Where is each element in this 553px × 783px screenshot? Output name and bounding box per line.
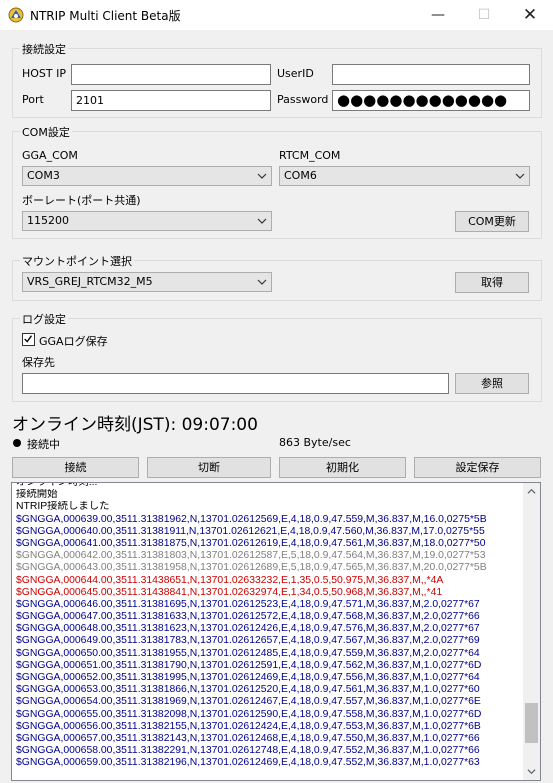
save-path-input[interactable] (22, 373, 449, 394)
log-line: $GNGGA,000657.00,3511.31382143,N,13701.0… (16, 732, 480, 744)
baud-rate-label: ボーレート(ポート共通) (22, 194, 141, 207)
title-bar: NTRIP Multi Client Beta版 — ☐ ✕ (0, 0, 553, 30)
data-rate: 863 Byte/sec (279, 436, 351, 449)
user-id-label: UserID (277, 67, 314, 80)
chevron-down-icon (257, 279, 267, 285)
minimize-icon[interactable]: — (415, 0, 461, 30)
log-line: $GNGGA,000640.00,3511.31381911,N,13701.0… (16, 525, 485, 537)
log-line: $GNGGA,000654.00,3511.31381969,N,13701.0… (16, 696, 481, 708)
rtcm-com-select[interactable]: COM6 (279, 166, 530, 186)
gga-com-select[interactable]: COM3 (22, 166, 272, 186)
log-line: $GNGGA,000644.00,3511.31438651,N,13701.0… (16, 574, 444, 586)
log-scrollbar[interactable] (523, 483, 540, 780)
scroll-down-icon[interactable] (527, 767, 536, 776)
gga-com-value: COM3 (27, 169, 60, 182)
get-mount-button[interactable]: 取得 (455, 272, 529, 293)
mount-point-label: マウントポイント選択 (20, 253, 134, 269)
port-label: Port (22, 93, 44, 106)
port-input[interactable]: 2101 (71, 90, 271, 111)
log-line: NTRIP接続しました (16, 501, 110, 513)
host-ip-label: HOST IP (22, 67, 67, 80)
checkmark-icon (24, 335, 33, 343)
rtcm-com-label: RTCM_COM (279, 149, 341, 162)
online-time: オンライン時刻(JST): 09:07:00 (12, 415, 258, 435)
scrollbar-thumb[interactable] (525, 703, 538, 743)
rtcm-com-value: COM6 (284, 169, 317, 182)
chevron-down-icon (257, 173, 267, 179)
log-line: $GNGGA,000656.00,3511.31382155,N,13701.0… (16, 720, 481, 732)
connect-button[interactable]: 接続 (12, 457, 139, 478)
log-line: $GNGGA,000642.00,3511.31381803,N,13701.0… (16, 550, 486, 562)
log-line: $GNGGA,000649.00,3511.31381783,N,13701.0… (16, 635, 480, 647)
log-line: 接続開始 (16, 489, 58, 501)
chevron-down-icon (515, 173, 525, 179)
gga-log-checkbox[interactable] (22, 333, 35, 346)
com-settings-label: COM設定 (20, 124, 72, 140)
log-settings-label: ログ設定 (20, 311, 68, 327)
gga-log-label[interactable]: GGAログ保存 (39, 333, 108, 349)
log-line: $GNGGA,000639.00,3511.31381962,N,13701.0… (16, 513, 487, 525)
baud-rate-value: 115200 (27, 214, 69, 227)
window-title: NTRIP Multi Client Beta版 (30, 9, 181, 23)
log-output[interactable]: オンライン時刻... 接続開始 NTRIP接続しました $GNGGA,000639.0… (11, 482, 541, 781)
log-lines: オンライン時刻... 接続開始 NTRIP接続しました $GNGGA,000639.0… (16, 482, 520, 770)
mount-point-value: VRS_GREJ_RTCM32_M5 (27, 275, 153, 288)
log-line: オンライン時刻... (16, 482, 98, 488)
log-line: $GNGGA,000643.00,3511.31381958,N,13701.0… (16, 562, 487, 574)
maximize-icon[interactable]: ☐ (461, 0, 507, 30)
save-to-label: 保存先 (22, 356, 55, 369)
baud-rate-select[interactable]: 115200 (22, 211, 272, 231)
save-settings-button[interactable]: 設定保存 (414, 457, 541, 478)
log-line: $GNGGA,000659.00,3511.31382196,N,13701.0… (16, 757, 480, 769)
initialize-button[interactable]: 初期化 (279, 457, 406, 478)
host-ip-input[interactable] (71, 64, 271, 85)
log-line: $GNGGA,000655.00,3511.31382098,N,13701.0… (16, 708, 482, 720)
connection-settings-label: 接続設定 (20, 41, 68, 57)
browse-button[interactable]: 参照 (455, 373, 529, 394)
password-input[interactable]: ●●●●●●●●●●●●● (332, 90, 530, 111)
log-line: $GNGGA,000647.00,3511.31381633,N,13701.0… (16, 611, 480, 623)
log-line: $GNGGA,000658.00,3511.31382291,N,13701.0… (16, 745, 480, 757)
log-line: $GNGGA,000653.00,3511.31381866,N,13701.0… (16, 684, 480, 696)
connection-state: 接続中 (27, 438, 60, 451)
log-line: $GNGGA,000652.00,3511.31381995,N,13701.0… (16, 672, 480, 683)
log-line: $GNGGA,000648.00,3511.31381623,N,13701.0… (16, 623, 480, 635)
password-label: Password (277, 93, 329, 106)
log-line: $GNGGA,000651.00,3511.31381790,N,13701.0… (16, 659, 482, 671)
scroll-up-icon[interactable] (527, 487, 536, 496)
log-line: $GNGGA,000650.00,3511.31381955,N,13701.0… (16, 647, 480, 659)
com-refresh-button[interactable]: COM更新 (455, 211, 529, 232)
log-line: $GNGGA,000646.00,3511.31381695,N,13701.0… (16, 598, 480, 610)
log-line: $GNGGA,000641.00,3511.31381875,N,13701.0… (16, 537, 486, 549)
log-line: $GNGGA,000645.00,3511.31438841,N,13701.0… (16, 586, 443, 598)
close-icon[interactable]: ✕ (507, 0, 553, 30)
status-dot-icon (13, 439, 21, 447)
mount-point-select[interactable]: VRS_GREJ_RTCM32_M5 (22, 272, 272, 292)
gga-com-label: GGA_COM (22, 149, 78, 162)
app-icon (8, 7, 24, 23)
disconnect-button[interactable]: 切断 (147, 457, 271, 478)
user-id-input[interactable] (332, 64, 530, 85)
chevron-down-icon (257, 218, 267, 224)
